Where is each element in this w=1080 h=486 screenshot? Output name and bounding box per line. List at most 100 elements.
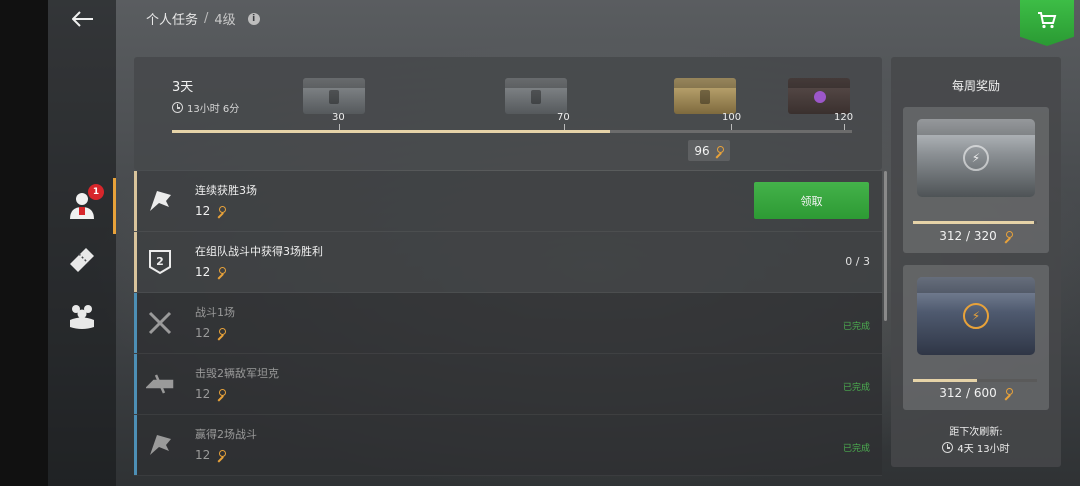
task-reward-value: 12 [195,448,211,462]
claim-button[interactable]: 领取 [754,182,869,219]
task-list-scrollbar[interactable] [884,171,887,321]
key-icon [714,145,724,156]
screen-edge [0,0,48,486]
arrow-left-icon [72,11,93,27]
task-name: 连续获胜3场 [195,184,257,197]
chest-icon [303,78,365,114]
clock-icon [172,102,183,113]
task-reward: 12 [195,204,227,218]
weekly-reward-card[interactable]: ⚡ 312 / 320 [903,107,1049,253]
task-reward-value: 12 [195,265,211,279]
weekly-progress-value: 312 / 320 [939,229,997,243]
page-title: 个人任务 [146,13,199,28]
task-reward: 12 [195,387,227,401]
task-reward-value: 12 [195,387,211,401]
clock-icon [942,442,954,453]
weekly-progress: 312 / 600 [903,386,1049,400]
milestone-value: 120 [834,112,854,123]
current-points: 96 [688,140,730,161]
task-edge [134,171,137,231]
task-progress: 0 / 3 [845,255,870,268]
milestone-value: 70 [557,112,570,123]
task-item: 赢得2场战斗 12 已完成 [134,415,882,476]
task-item: 击毁2辆敌军坦克 12 已完成 [134,354,882,415]
milestone-chest-100[interactable] [674,78,746,132]
platoon-2-icon: 2 [146,248,174,276]
victory-flag-icon [146,431,174,459]
chest-icon: ⚡ [917,277,1035,355]
key-icon [216,450,227,460]
sidebar-item-clan[interactable] [60,294,104,338]
notification-badge: 1 [88,184,104,200]
task-status: 已完成 [842,444,870,454]
timer-text: 13小时 6分 [187,104,240,115]
lightning-emblem-icon: ⚡ [963,303,989,329]
task-reward: 12 [195,265,227,279]
task-edge [134,354,137,414]
svg-text:2: 2 [156,255,164,268]
milestone-tick [339,124,340,130]
key-icon [216,389,227,399]
weekly-progress-bar [913,379,1037,382]
task-item: 2 在组队战斗中获得3场胜利 12 0 / 3 [134,232,882,293]
milestone-tick [731,124,732,130]
task-status: 已完成 [842,383,870,393]
milestone-value: 30 [332,112,345,123]
refresh-label: 距下次刷新: [949,427,1003,438]
tank-destroyed-icon [146,370,174,398]
breadcrumb: 个人任务 / 4级 i [146,9,260,28]
days-remaining: 3天 [172,80,194,95]
refresh-time-text: 4天 13小时 [957,444,1010,455]
task-status: 已完成 [842,322,870,332]
key-icon [1003,231,1013,241]
task-name: 战斗1场 [195,306,235,319]
weekly-reward-card[interactable]: ⚡ 312 / 600 [903,265,1049,410]
flag-icon [146,187,174,215]
milestone-chest-120[interactable] [788,78,860,132]
milestone-tick [844,124,845,130]
weekly-progress: 312 / 320 [903,229,1049,243]
weekly-progress-value: 312 / 600 [939,386,997,400]
clan-icon [70,305,94,329]
task-reward: 12 [195,448,227,462]
weekly-progress-fill [913,379,978,382]
key-icon [216,328,227,338]
task-item: 连续获胜3场 12 领取 [134,171,882,232]
chest-icon [788,78,850,114]
weekly-progress-bar [913,221,1037,224]
lightning-emblem-icon: ⚡ [963,145,989,171]
task-reward-value: 12 [195,204,211,218]
task-reward-value: 12 [195,326,211,340]
info-icon[interactable]: i [247,12,260,25]
task-edge [134,232,137,292]
time-remaining: 13小时 6分 [172,100,239,115]
weekly-progress-fill [913,221,1034,224]
crossed-swords-icon [146,309,174,337]
sidebar-item-tickets[interactable] [60,238,104,282]
task-name: 在组队战斗中获得3场胜利 [195,245,323,258]
task-list: 连续获胜3场 12 领取 2 在组队战斗中获得3场胜利 12 0 / 3 战斗1… [134,171,882,477]
task-edge [134,415,137,475]
back-button[interactable] [66,6,100,32]
chest-icon [674,78,736,114]
milestone-tick [564,124,565,130]
shop-button[interactable] [1020,0,1074,46]
level-label: 4级 [214,13,236,28]
task-edge [134,293,137,353]
milestone-chest-70[interactable] [505,78,577,132]
refresh-time: 4天 13小时 [891,440,1061,455]
breadcrumb-separator: / [204,11,209,26]
task-name: 赢得2场战斗 [195,428,257,441]
key-icon [1003,388,1013,398]
key-icon [216,267,227,277]
task-reward: 12 [195,326,227,340]
task-name: 击毁2辆敌军坦克 [195,367,279,380]
task-item: 战斗1场 12 已完成 [134,293,882,354]
chest-icon: ⚡ [917,119,1035,197]
ticket-icon [70,248,94,272]
current-points-value: 96 [694,143,710,158]
cart-icon [1038,12,1057,29]
weekly-rewards-title: 每周奖励 [951,79,1000,93]
chest-icon [505,78,567,114]
milestone-value: 100 [722,112,742,123]
